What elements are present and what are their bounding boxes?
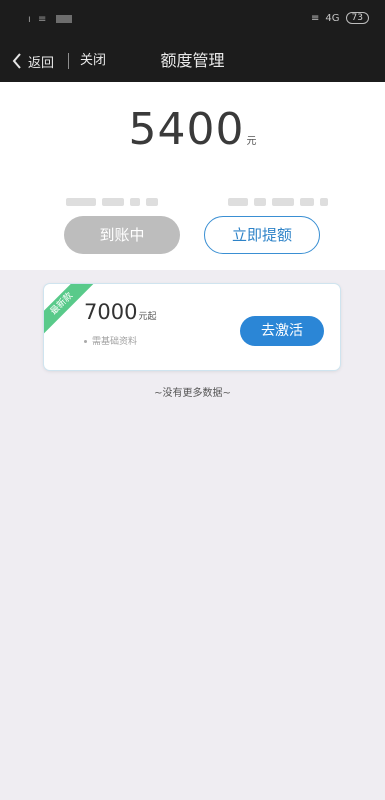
status-bar: ı ≡ ≡ 4G 73 (0, 0, 385, 40)
card-requirement: 需基础资料 (84, 334, 137, 347)
chevron-left-icon (12, 53, 21, 69)
status-right-indicators: ≡ 4G 73 (311, 12, 369, 24)
back-label: 返回 (28, 55, 55, 71)
activate-button[interactable]: 去激活 (240, 316, 324, 346)
quota-amount-value: 5400 (128, 104, 245, 155)
network-label: 4G (325, 12, 340, 24)
page-title: 额度管理 (0, 40, 385, 82)
signal-icon: ı ≡ (28, 14, 49, 25)
close-button[interactable]: 关闭 (80, 40, 106, 82)
page-title-text: 额度管理 (160, 51, 225, 70)
quota-panel: 5400 元 到账中 立即提额 (0, 82, 385, 270)
pending-button[interactable]: 到账中 (64, 216, 180, 254)
nav-bar: 返回 关闭 额度管理 (0, 40, 385, 82)
quota-amount: 5400 元 (0, 104, 385, 155)
card-amount: 7000元起 (84, 300, 156, 324)
card-amount-value: 7000 (84, 300, 138, 324)
blurred-info-left (66, 198, 158, 208)
blurred-info-right (228, 198, 328, 208)
carrier-blur (56, 15, 73, 23)
back-button[interactable]: 返回 (12, 40, 54, 82)
card-requirement-text: 需基础资料 (92, 337, 138, 347)
no-more-data-text: ~没有更多数据~ (154, 388, 231, 399)
increase-quota-button[interactable]: 立即提额 (204, 216, 320, 254)
quota-amount-unit: 元 (246, 136, 257, 147)
battery-icon: 73 (345, 12, 369, 24)
card-amount-suffix: 元起 (138, 312, 157, 322)
vibrate-icon: ≡ (311, 12, 320, 24)
product-card[interactable]: 最新款 7000元起 需基础资料 去激活 (44, 284, 340, 370)
bullet-icon (84, 340, 87, 343)
nav-divider (68, 53, 69, 69)
status-left-indicators: ı ≡ (28, 14, 73, 25)
